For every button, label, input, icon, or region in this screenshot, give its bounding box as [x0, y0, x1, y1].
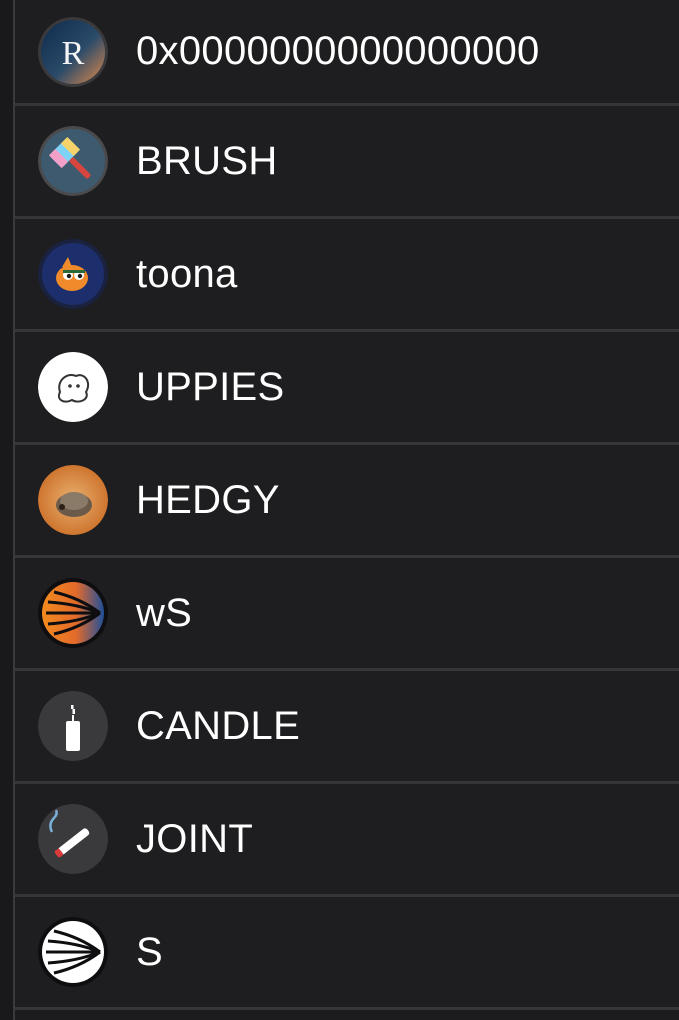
joint-icon [38, 804, 108, 874]
token-row-s[interactable]: S [15, 897, 679, 1010]
panel-left-border [0, 0, 15, 1020]
token-row-joint[interactable]: JOINT [15, 784, 679, 897]
token-row-brush[interactable]: BRUSH [15, 106, 679, 219]
token-symbol: JOINT [136, 816, 254, 861]
sonic-orange-icon [38, 578, 108, 648]
token-row-candle[interactable]: CANDLE [15, 671, 679, 784]
token-symbol: UPPIES [136, 364, 285, 409]
token-symbol: S [136, 929, 163, 974]
token-symbol: CANDLE [136, 703, 301, 748]
token-symbol: toona [136, 251, 238, 296]
r-logo-icon: R [38, 16, 108, 87]
token-list-panel: R 0x0000000000000000 BRUSH toona UPPIES … [0, 0, 679, 1020]
fish-mascot-icon [38, 239, 108, 309]
svg-text:R: R [62, 35, 85, 72]
token-list: R 0x0000000000000000 BRUSH toona UPPIES … [15, 0, 679, 1010]
token-row-toona[interactable]: toona [15, 219, 679, 332]
token-symbol: BRUSH [136, 138, 278, 183]
token-row-ws[interactable]: wS [15, 558, 679, 671]
token-row-hedgy[interactable]: HEDGY [15, 445, 679, 558]
token-symbol: 0x0000000000000000 [136, 29, 540, 73]
token-row-0x0000000000000000[interactable]: R 0x0000000000000000 [15, 0, 679, 106]
paintbrush-icon [38, 126, 108, 196]
token-row-uppies[interactable]: UPPIES [15, 332, 679, 445]
hedgehog-photo-icon [38, 465, 108, 535]
sonic-white-icon [38, 917, 108, 987]
token-symbol: wS [136, 590, 193, 635]
candle-icon [38, 691, 108, 761]
ghost-sketch-icon [38, 352, 108, 422]
token-symbol: HEDGY [136, 477, 280, 522]
